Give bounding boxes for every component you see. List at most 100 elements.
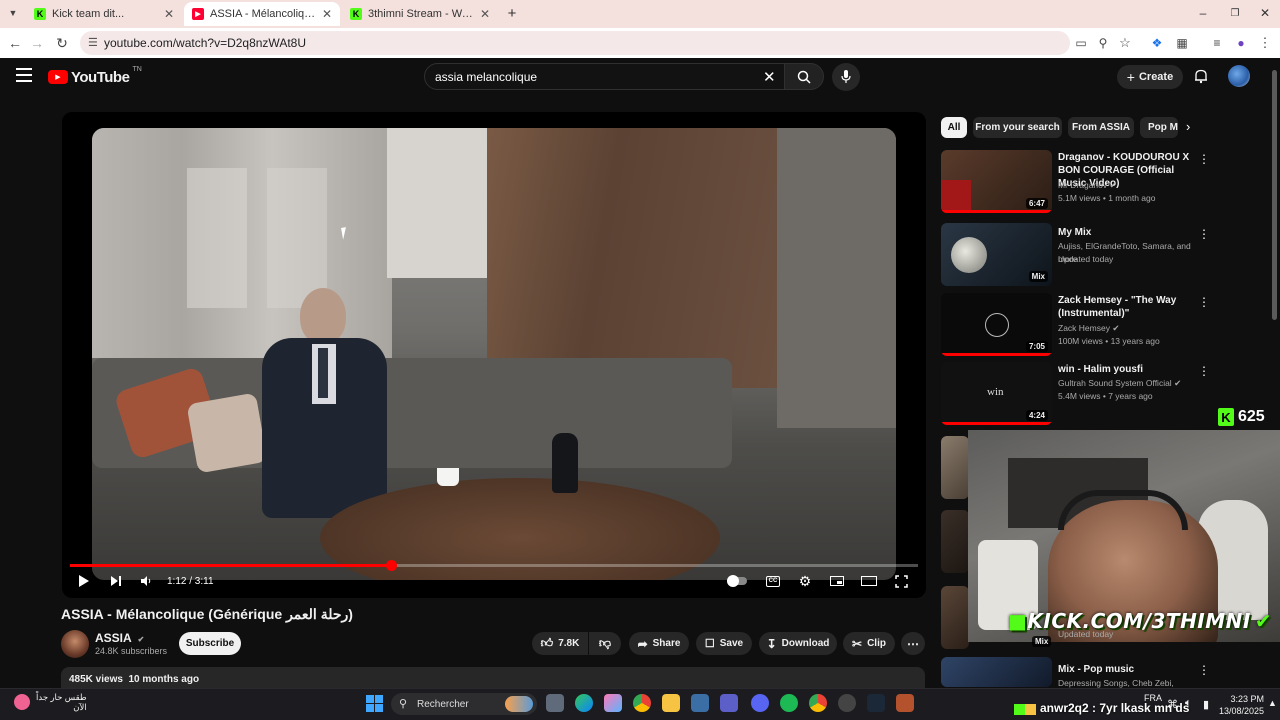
wifi-icon[interactable]: ⌘ <box>1167 698 1178 711</box>
autoplay-toggle[interactable] <box>726 572 748 590</box>
notifications-bell-icon[interactable] <box>1193 68 1209 84</box>
store-icon[interactable] <box>691 694 709 712</box>
video-frame[interactable] <box>92 128 896 580</box>
volume-tray-icon[interactable]: 🔈︎ <box>1185 697 1192 710</box>
progress-scrubber[interactable] <box>385 560 397 571</box>
reading-list-icon[interactable]: ≡ <box>1208 34 1226 52</box>
rec-title[interactable]: Mix - Pop music <box>1058 663 1198 676</box>
spotify-icon[interactable] <box>780 694 798 712</box>
account-avatar[interactable] <box>1228 65 1250 87</box>
weather-widget[interactable]: طقس حار جداً الآن <box>14 692 87 712</box>
search-input[interactable]: assia melancolique ✕ <box>424 63 786 90</box>
steam-icon[interactable] <box>867 694 885 712</box>
close-tab-icon[interactable]: ✕ <box>480 7 490 21</box>
clear-search-icon[interactable]: ✕ <box>763 68 776 86</box>
play-button[interactable] <box>76 572 92 590</box>
rec-title[interactable]: win - Halim yousfi <box>1058 363 1198 376</box>
rec-thumbnail[interactable]: 6:47 <box>941 150 1052 213</box>
rec-thumbnail[interactable] <box>941 657 1052 687</box>
more-vertical-icon[interactable]: ⋮ <box>1198 663 1210 677</box>
clock[interactable]: 3:23 PM 13/08/2025 <box>1208 693 1264 717</box>
save-button[interactable]: ☐ Save <box>696 632 752 655</box>
chip-all[interactable]: All <box>941 117 967 138</box>
chrome-icon[interactable] <box>633 694 651 712</box>
rec-thumbnail[interactable]: win 4:24 <box>941 362 1052 425</box>
create-button[interactable]: + Create <box>1117 65 1183 89</box>
profile-icon[interactable]: ● <box>1232 34 1250 52</box>
progress-bar[interactable] <box>70 560 918 571</box>
site-info-icon[interactable]: ☰ <box>88 36 98 49</box>
extension-icon[interactable]: ❖ <box>1148 34 1166 52</box>
discord-icon[interactable] <box>751 694 769 712</box>
rec-thumbnail[interactable] <box>941 586 969 649</box>
minimize-button[interactable]: – <box>1196 6 1210 20</box>
chip-pop-music[interactable]: Pop M <box>1140 117 1178 138</box>
rec-thumbnail[interactable]: Mix <box>941 223 1052 286</box>
rec-thumbnail[interactable]: 7:05 <box>941 293 1052 356</box>
chip-from-assia[interactable]: From ASSIA <box>1068 117 1134 138</box>
extensions-puzzle-icon[interactable]: ▦ <box>1173 34 1191 52</box>
chip-from-your-search[interactable]: From your search <box>973 117 1062 138</box>
search-button[interactable] <box>784 63 824 90</box>
chevron-right-icon[interactable]: › <box>1186 119 1190 134</box>
back-icon[interactable]: ← <box>6 34 24 52</box>
channel-name[interactable]: ASSIA ✔ <box>95 631 144 645</box>
like-button[interactable]: 👍︎ 7.8K <box>532 632 588 655</box>
forward-icon[interactable]: → <box>28 34 46 52</box>
start-button[interactable] <box>366 695 383 712</box>
hamburger-menu-icon[interactable] <box>16 68 32 82</box>
close-tab-icon[interactable]: ✕ <box>322 7 332 21</box>
task-view-icon[interactable] <box>546 694 564 712</box>
voice-search-button[interactable] <box>832 63 860 91</box>
bookmark-star-icon[interactable]: ☆ <box>1116 34 1134 52</box>
new-tab-button[interactable]: + <box>505 5 519 22</box>
chrome-active-icon[interactable] <box>809 694 827 712</box>
taskbar-search[interactable]: ⚲ Rechercher <box>391 693 537 715</box>
miniplayer-button[interactable] <box>829 572 845 590</box>
more-vertical-icon[interactable]: ⋮ <box>1198 295 1210 309</box>
more-vertical-icon[interactable]: ⋮ <box>1198 364 1210 378</box>
rec-title[interactable]: My Mix <box>1058 226 1198 239</box>
clip-button[interactable]: ✂ Clip <box>843 632 895 655</box>
language-indicator[interactable]: FRA <box>1144 693 1162 703</box>
share-button[interactable]: ➦ Share <box>629 632 689 655</box>
edge-icon[interactable] <box>575 694 593 712</box>
volume-button[interactable] <box>138 572 154 590</box>
teams-icon[interactable] <box>720 694 738 712</box>
next-button[interactable] <box>108 572 124 590</box>
tab-kick-team[interactable]: K Kick team dit... ✕ <box>26 2 182 26</box>
youtube-logo[interactable]: ▶ YouTube TN <box>48 66 142 86</box>
more-vertical-icon[interactable]: ⋮ <box>1198 227 1210 241</box>
tab-list-button[interactable]: ▼ <box>6 6 20 20</box>
install-app-icon[interactable]: ▭ <box>1072 34 1090 52</box>
rec-thumbnail[interactable] <box>941 510 969 573</box>
subscribe-button[interactable]: Subscribe <box>179 632 241 655</box>
app-icon[interactable] <box>838 694 856 712</box>
copilot-icon[interactable] <box>604 694 622 712</box>
more-vertical-icon[interactable]: ⋮ <box>1198 152 1210 166</box>
more-actions-button[interactable]: ⋯ <box>901 632 925 655</box>
tab-assia[interactable]: ▶ ASSIA - Mélancolique (Génériq ✕ <box>184 2 340 26</box>
zoom-icon[interactable]: ⚲ <box>1094 34 1112 52</box>
theater-mode-button[interactable] <box>860 572 878 590</box>
rec-title[interactable]: Zack Hemsey - "The Way (Instrumental)" <box>1058 294 1198 320</box>
url-field[interactable]: ☰ youtube.com/watch?v=D2q8nzWAt8U <box>80 31 1070 55</box>
channel-avatar[interactable] <box>61 630 89 658</box>
maximize-button[interactable]: ❐ <box>1228 6 1242 20</box>
close-window-button[interactable]: ✕ <box>1258 6 1272 20</box>
menu-kebab-icon[interactable]: ⋮ <box>1256 34 1274 52</box>
video-player[interactable] <box>62 112 926 598</box>
notification-center-icon[interactable]: ▲ <box>1268 698 1277 708</box>
download-button[interactable]: ↧ Download <box>759 632 837 655</box>
fullscreen-button[interactable] <box>893 572 909 590</box>
file-explorer-icon[interactable] <box>662 694 680 712</box>
close-tab-icon[interactable]: ✕ <box>164 7 174 21</box>
captions-button[interactable]: CC <box>765 572 781 590</box>
page-scrollbar[interactable] <box>1272 70 1277 320</box>
settings-button[interactable]: ⚙ <box>797 572 813 590</box>
reload-icon[interactable]: ↻ <box>53 34 71 52</box>
app-icon[interactable] <box>896 694 914 712</box>
tab-3thimni[interactable]: K 3thimni Stream - Watch Live on ✕ <box>342 2 498 26</box>
rec-thumbnail[interactable] <box>941 436 969 499</box>
dislike-button[interactable]: 👎︎ <box>589 632 621 655</box>
